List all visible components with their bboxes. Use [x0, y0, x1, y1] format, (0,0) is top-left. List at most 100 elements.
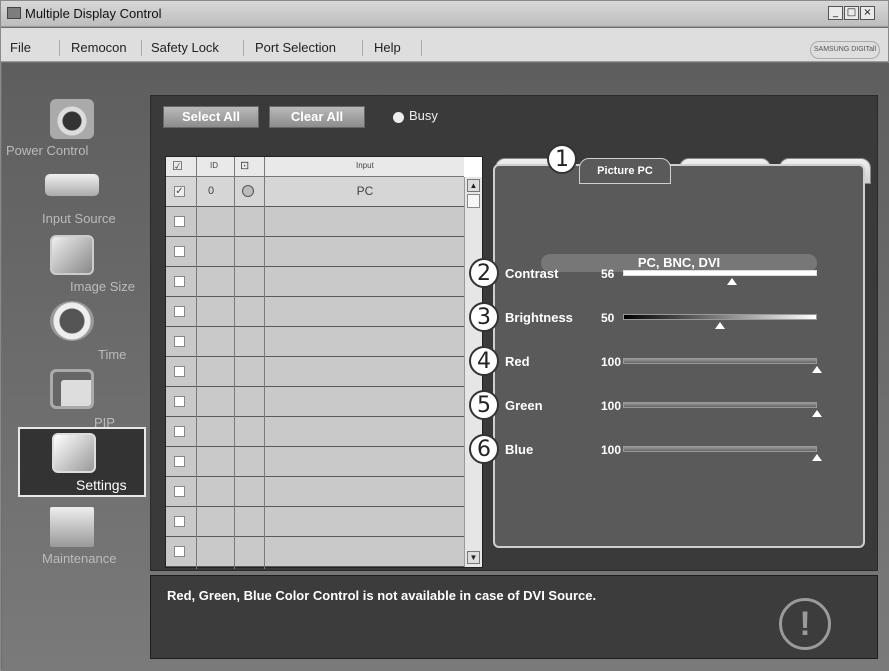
row-checkbox[interactable] — [174, 366, 185, 377]
header-input: Input — [356, 161, 374, 170]
row-checkbox[interactable] — [174, 336, 185, 347]
callout-4: 4 — [469, 346, 499, 376]
nav-label: Image Size — [70, 279, 136, 294]
nav-label: Power Control — [6, 143, 89, 158]
slider-track[interactable] — [623, 402, 817, 408]
table-row[interactable] — [166, 267, 464, 297]
nav-label: Settings — [76, 477, 127, 493]
row-checkbox[interactable] — [174, 516, 185, 527]
slider-thumb[interactable] — [812, 454, 822, 461]
window-title: Multiple Display Control — [25, 6, 162, 21]
slider-value: 50 — [601, 311, 615, 325]
pip-icon — [50, 369, 94, 409]
clear-all-button[interactable]: Clear All — [269, 106, 365, 128]
scroll-up-arrow-icon[interactable]: ▲ — [467, 179, 480, 192]
header-select-checkbox[interactable]: ☑ — [172, 159, 183, 173]
table-row[interactable] — [166, 327, 464, 357]
maximize-button[interactable]: □ — [844, 6, 859, 20]
slider-track[interactable] — [623, 270, 817, 276]
app-window: Multiple Display Control _ □ × File Remo… — [0, 0, 889, 671]
row-input: PC — [356, 184, 374, 198]
nav-pip[interactable]: PIP — [12, 369, 140, 435]
info-message: Red, Green, Blue Color Control is not av… — [167, 588, 597, 603]
slider-track[interactable] — [623, 446, 817, 452]
slider-thumb[interactable] — [727, 278, 737, 285]
nav-image-size[interactable]: Image Size — [12, 235, 140, 301]
message-panel: Red, Green, Blue Color Control is not av… — [150, 575, 878, 659]
table-row[interactable] — [166, 357, 464, 387]
nav-settings[interactable]: Settings — [18, 427, 146, 497]
table-row[interactable] — [166, 207, 464, 237]
row-checkbox[interactable] — [174, 456, 185, 467]
image-size-icon — [50, 235, 94, 275]
work-area: Power Control Input Source Image Size Ti… — [2, 63, 889, 671]
clock-icon — [50, 301, 94, 341]
nav-label: Time — [98, 347, 127, 362]
table-row[interactable] — [166, 447, 464, 477]
table-row[interactable] — [166, 297, 464, 327]
table-row[interactable] — [166, 507, 464, 537]
row-checkbox[interactable] — [174, 246, 185, 257]
nav-label: Input Source — [42, 211, 116, 226]
select-all-button[interactable]: Select All — [163, 106, 259, 128]
nav-input-source[interactable]: Input Source — [12, 167, 140, 233]
callout-1: 1 — [547, 144, 577, 174]
close-button[interactable]: × — [860, 6, 875, 20]
busy-label: Busy — [409, 108, 438, 123]
row-checkbox[interactable] — [174, 276, 185, 287]
table-row[interactable] — [166, 387, 464, 417]
settings-icon — [52, 433, 96, 473]
slider-value: 100 — [601, 443, 622, 457]
slider-label: Red — [505, 354, 530, 369]
scroll-down-arrow-icon[interactable]: ▼ — [467, 551, 480, 564]
warning-icon: ! — [779, 598, 831, 650]
nav-power-control[interactable]: Power Control — [6, 99, 140, 165]
table-row[interactable] — [166, 537, 464, 567]
row-id: 0 — [208, 185, 215, 197]
row-checkbox[interactable]: ✓ — [174, 186, 185, 197]
menu-remocon[interactable]: Remocon — [71, 40, 127, 55]
table-row[interactable]: ✓ 0 PC — [166, 177, 464, 207]
slider-thumb[interactable] — [812, 410, 822, 417]
menu-safety-lock[interactable]: Safety Lock — [151, 40, 219, 55]
slider-label: Brightness — [505, 310, 573, 325]
callout-2: 2 — [469, 258, 499, 288]
table-row[interactable] — [166, 417, 464, 447]
slider-track[interactable] — [623, 314, 817, 320]
slider-label: Blue — [505, 442, 534, 457]
menu-help[interactable]: Help — [374, 40, 401, 55]
table-row[interactable] — [166, 237, 464, 267]
minimize-button[interactable]: _ — [828, 6, 843, 20]
slider-thumb[interactable] — [812, 366, 822, 373]
callout-3: 3 — [469, 302, 499, 332]
grid-header: ☑ ID ⊡ Input — [166, 157, 464, 177]
slider-label: Green — [505, 398, 543, 413]
busy-indicator-icon — [393, 112, 404, 123]
menu-port-selection[interactable]: Port Selection — [255, 40, 336, 55]
row-checkbox[interactable] — [174, 306, 185, 317]
header-status: ⊡ — [240, 160, 250, 172]
slider-value: 100 — [601, 399, 622, 413]
nav-time[interactable]: Time — [12, 301, 140, 367]
callout-5: 5 — [469, 390, 499, 420]
slider-track[interactable] — [623, 358, 817, 364]
slider-value: 56 — [601, 267, 615, 281]
menu-bar: File Remocon Safety Lock Port Selection … — [1, 28, 888, 62]
samsung-logo: SAMSUNG DIGITall — [810, 41, 880, 59]
tab-picture-pc[interactable]: Picture PC — [579, 158, 671, 184]
menu-file[interactable]: File — [10, 40, 31, 55]
settings-panel — [493, 164, 865, 548]
row-checkbox[interactable] — [174, 546, 185, 557]
display-grid: ☑ ID ⊡ Input ✓ 0 PC ▲ ▼ — [165, 156, 483, 569]
callout-6: 6 — [469, 434, 499, 464]
status-dot-icon — [242, 185, 254, 197]
nav-maintenance[interactable]: Maintenance — [12, 507, 140, 573]
row-checkbox[interactable] — [174, 486, 185, 497]
row-checkbox[interactable] — [174, 216, 185, 227]
scroll-thumb[interactable] — [467, 194, 480, 208]
header-id: ID — [210, 161, 218, 170]
row-checkbox[interactable] — [174, 426, 185, 437]
row-checkbox[interactable] — [174, 396, 185, 407]
table-row[interactable] — [166, 477, 464, 507]
slider-thumb[interactable] — [715, 322, 725, 329]
